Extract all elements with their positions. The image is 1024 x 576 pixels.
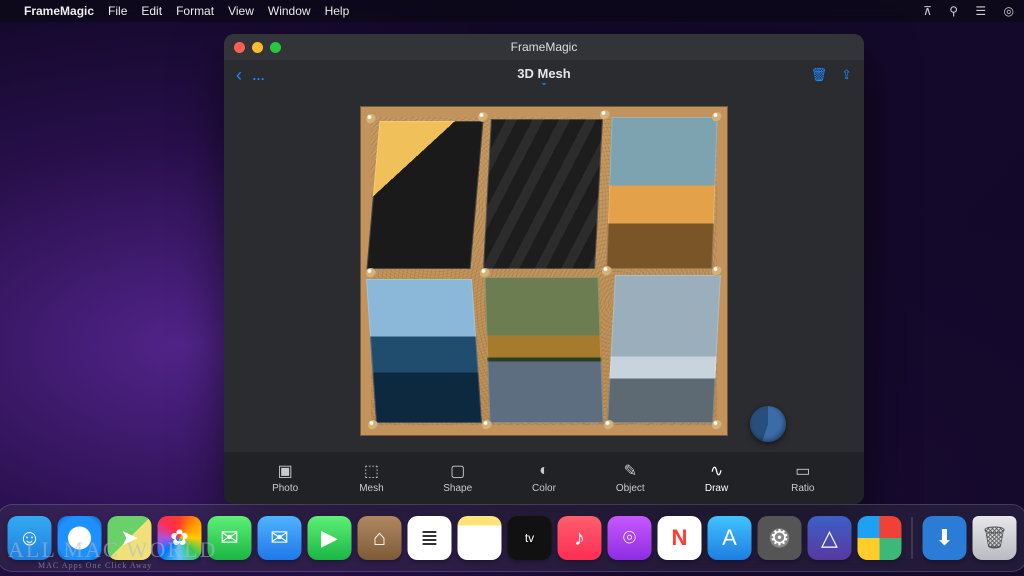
mesh-pin[interactable] (712, 112, 722, 122)
menu-help[interactable]: Help (325, 4, 350, 18)
tool-label: Shape (443, 483, 472, 494)
mesh-pin[interactable] (478, 112, 488, 122)
minimize-button[interactable] (252, 42, 263, 53)
dock-separator (912, 517, 913, 559)
shape-icon: ▢ (447, 462, 469, 480)
wifi-icon[interactable]: ⊼ (923, 4, 932, 18)
toolbar: ‹ … 3D Mesh ⌄ 🗑 ⇪ (224, 60, 864, 90)
mesh-pin[interactable] (602, 266, 612, 276)
photo-icon: ▣ (274, 462, 296, 480)
zoom-button[interactable] (270, 42, 281, 53)
color-icon: ◐ (533, 462, 555, 480)
desktop: FrameMagic File Edit Format View Window … (0, 0, 1024, 576)
dock-maps[interactable]: ➤ (108, 516, 152, 560)
mesh-cell-6[interactable] (607, 275, 721, 423)
mesh-pin[interactable] (600, 110, 610, 120)
tool-shape[interactable]: ▢ Shape (431, 462, 485, 494)
dock-downloads[interactable]: ⬇ (923, 516, 967, 560)
dock-photos[interactable]: ✿ (158, 516, 202, 560)
dock-reminders[interactable]: ≣ (408, 516, 452, 560)
dock-facetime[interactable]: ▶ (308, 516, 352, 560)
dock-appstore[interactable]: A (708, 516, 752, 560)
menu-file[interactable]: File (108, 4, 127, 18)
app-window: FrameMagic ‹ … 3D Mesh ⌄ 🗑 ⇪ (224, 34, 864, 504)
tool-object[interactable]: ✎ Object (603, 462, 657, 494)
mesh-icon: ⬚ (360, 462, 382, 480)
menu-window[interactable]: Window (268, 4, 311, 18)
canvas[interactable] (224, 90, 864, 452)
mesh-cell-5[interactable] (484, 277, 603, 423)
corkboard[interactable] (360, 106, 728, 436)
mode-title: 3D Mesh (517, 66, 570, 81)
tool-draw[interactable]: ∿ Draw (690, 462, 744, 494)
dock-music[interactable]: ♪ (558, 516, 602, 560)
back-button[interactable]: ‹ (236, 65, 242, 86)
tool-mesh[interactable]: ⬚ Mesh (344, 462, 398, 494)
menubar: FrameMagic File Edit Format View Window … (0, 0, 1024, 22)
tool-label: Object (616, 483, 645, 494)
dock-notes[interactable]: ✎ (458, 516, 502, 560)
dock-contacts[interactable]: ⌂ (358, 516, 402, 560)
menu-view[interactable]: View (228, 4, 254, 18)
menu-format[interactable]: Format (176, 4, 214, 18)
mesh-pin[interactable] (366, 268, 376, 278)
mode-indicator-icon: ⌄ (224, 81, 864, 84)
siri-icon[interactable]: ◎ (1004, 4, 1014, 18)
dock-tv[interactable]: tv (508, 516, 552, 560)
draw-icon: ∿ (706, 462, 728, 480)
tool-label: Color (532, 483, 556, 494)
tool-photo[interactable]: ▣ Photo (258, 462, 312, 494)
bottom-toolbar: ▣ Photo ⬚ Mesh ▢ Shape ◐ Color ✎ Object ∿ Draw… (224, 452, 864, 504)
mesh-cell-4[interactable] (366, 279, 482, 423)
dock: ☺✵➤✿✉✉▶⌂≣✎tv♪⌾NA⚙△⬇🗑 (0, 504, 1024, 572)
mesh-pin[interactable] (368, 420, 378, 430)
traffic-lights (234, 42, 281, 53)
mesh-pin[interactable] (480, 268, 490, 278)
dock-messages[interactable]: ✉ (208, 516, 252, 560)
close-button[interactable] (234, 42, 245, 53)
dock-news[interactable]: N (658, 516, 702, 560)
delete-button[interactable]: 🗑 (811, 67, 828, 83)
mesh-pin[interactable] (604, 420, 614, 430)
mesh-cell-1[interactable] (367, 121, 484, 269)
mesh-cell-2[interactable] (483, 119, 603, 269)
titlebar[interactable]: FrameMagic (224, 34, 864, 60)
dock-trash[interactable]: 🗑 (973, 516, 1017, 560)
tool-label: Mesh (359, 483, 383, 494)
spotlight-icon[interactable]: ⚲ (949, 4, 958, 18)
menubar-status: ⊼ ⚲ ☰ ◎ (909, 4, 1014, 18)
mesh-pin[interactable] (482, 420, 492, 430)
tool-color[interactable]: ◐ Color (517, 462, 571, 494)
control-center-icon[interactable]: ☰ (975, 4, 986, 18)
dock-freeform[interactable]: △ (808, 516, 852, 560)
app-menu[interactable]: FrameMagic (24, 4, 94, 18)
dock-mail[interactable]: ✉ (258, 516, 302, 560)
dock-settings[interactable]: ⚙ (758, 516, 802, 560)
share-button[interactable]: ⇪ (841, 67, 852, 83)
tool-label: Ratio (791, 483, 814, 494)
mesh-pin[interactable] (712, 266, 722, 276)
object-icon: ✎ (619, 462, 641, 480)
dock-framemagic[interactable] (858, 516, 902, 560)
dock-safari[interactable]: ✵ (58, 516, 102, 560)
ratio-icon: ▭ (792, 462, 814, 480)
tool-label: Photo (272, 483, 298, 494)
mesh-cell-3[interactable] (606, 117, 717, 269)
mesh-pin[interactable] (366, 114, 376, 124)
menu-edit[interactable]: Edit (141, 4, 162, 18)
dock-podcasts[interactable]: ⌾ (608, 516, 652, 560)
draw-knob[interactable] (750, 406, 786, 442)
tool-ratio[interactable]: ▭ Ratio (776, 462, 830, 494)
window-title: FrameMagic (511, 40, 578, 54)
tool-label: Draw (705, 483, 728, 494)
mesh-pin[interactable] (712, 420, 722, 430)
more-button[interactable]: … (252, 68, 266, 83)
dock-finder[interactable]: ☺ (8, 516, 52, 560)
